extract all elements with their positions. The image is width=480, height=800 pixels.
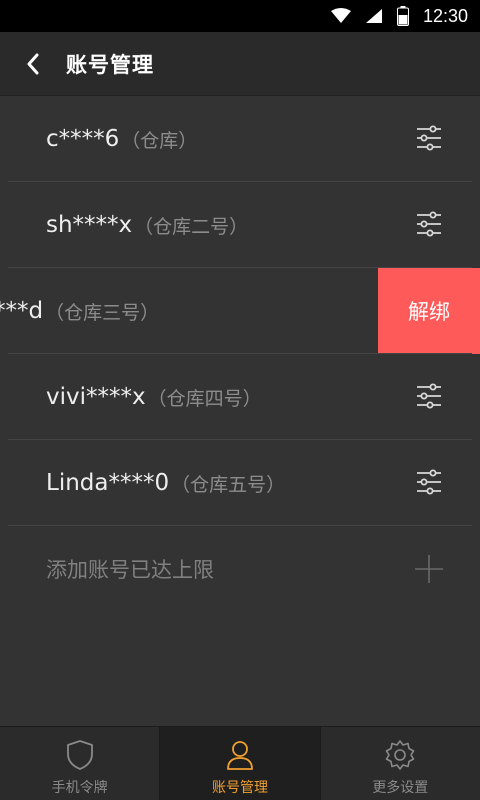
page-title: 账号管理 bbox=[66, 52, 154, 77]
tab-label: 手机令牌 bbox=[51, 780, 108, 796]
cell-signal-icon bbox=[365, 9, 382, 23]
account-name: sh****x bbox=[46, 212, 133, 238]
sliders-icon[interactable] bbox=[416, 125, 442, 151]
status-time: 12:30 bbox=[422, 5, 468, 26]
wifi-icon bbox=[330, 8, 351, 23]
account-name: c****6 bbox=[46, 126, 120, 152]
account-row[interactable]: vivi****x （仓库四号） bbox=[0, 354, 480, 440]
account-row-swiped[interactable]: ***d （仓库三号） 解绑 bbox=[0, 268, 480, 354]
unbind-button[interactable]: 解绑 bbox=[378, 268, 480, 354]
header: 账号管理 bbox=[0, 32, 480, 96]
add-account-info: 添加账号已达上限 bbox=[46, 526, 214, 612]
account-warehouse: （仓库二号） bbox=[134, 215, 249, 238]
sliders-icon[interactable] bbox=[416, 383, 442, 409]
sliders-icon[interactable] bbox=[416, 469, 442, 495]
add-account-row: 添加账号已达上限 bbox=[0, 526, 480, 612]
account-info: ***d （仓库三号） bbox=[0, 268, 159, 354]
account-row[interactable]: c****6 （仓库） bbox=[0, 96, 480, 182]
account-row[interactable]: sh****x （仓库二号） bbox=[0, 182, 480, 268]
back-button[interactable] bbox=[0, 32, 66, 96]
add-account-limit-text: 添加账号已达上限 bbox=[46, 558, 214, 582]
account-warehouse: （仓库） bbox=[121, 129, 198, 152]
account-info: sh****x （仓库二号） bbox=[46, 182, 248, 268]
status-bar: 12:30 bbox=[0, 0, 480, 32]
account-list: c****6 （仓库） sh****x （仓库二号） *** bbox=[0, 96, 480, 612]
account-name: ***d bbox=[0, 298, 44, 324]
battery-icon bbox=[396, 6, 409, 26]
account-info: c****6 （仓库） bbox=[46, 96, 197, 182]
account-warehouse: （仓库四号） bbox=[147, 387, 262, 410]
tab-label: 账号管理 bbox=[211, 780, 268, 796]
account-row[interactable]: Linda****0 （仓库五号） bbox=[0, 440, 480, 526]
shield-icon bbox=[66, 740, 93, 770]
account-name: vivi****x bbox=[46, 384, 146, 410]
account-info: vivi****x （仓库四号） bbox=[46, 354, 262, 440]
tab-label: 更多设置 bbox=[372, 780, 429, 796]
gear-icon bbox=[386, 740, 415, 770]
tab-account-management[interactable]: 账号管理 bbox=[160, 727, 320, 800]
chevron-left-icon bbox=[27, 53, 39, 74]
bottom-tab-bar: 手机令牌 账号管理 更多设置 bbox=[0, 726, 480, 800]
sliders-icon[interactable] bbox=[416, 211, 442, 237]
account-warehouse: （仓库三号） bbox=[45, 301, 160, 324]
plus-icon bbox=[415, 555, 443, 583]
account-info: Linda****0 （仓库五号） bbox=[46, 440, 285, 526]
tab-more-settings[interactable]: 更多设置 bbox=[321, 727, 480, 800]
tab-phone-token[interactable]: 手机令牌 bbox=[0, 727, 159, 800]
user-icon bbox=[227, 741, 253, 770]
account-warehouse: （仓库五号） bbox=[171, 473, 286, 496]
account-name: Linda****0 bbox=[46, 470, 170, 496]
